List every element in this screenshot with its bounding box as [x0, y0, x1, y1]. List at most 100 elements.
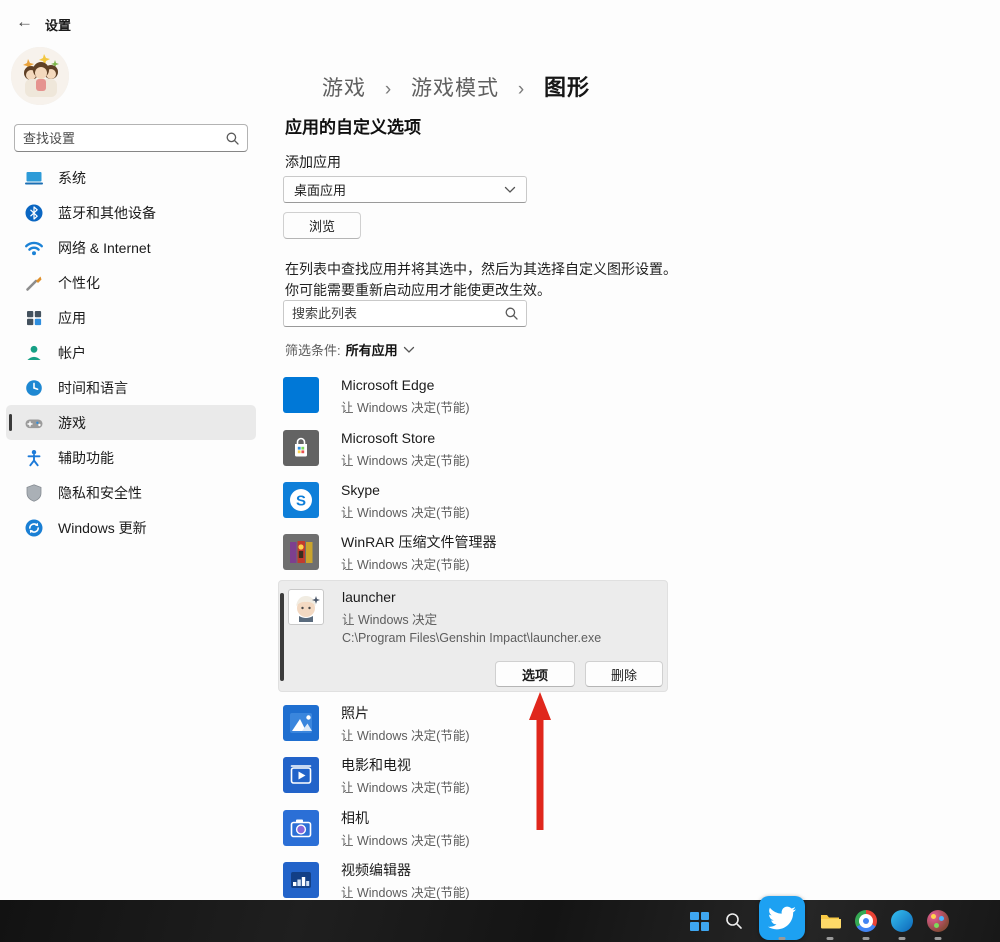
add-app-label: 添加应用	[285, 152, 341, 172]
app-name: Skype	[341, 482, 469, 499]
app-name: Microsoft Edge	[341, 377, 469, 394]
app-status: 让 Windows 决定(节能)	[341, 397, 469, 416]
filter-label: 筛选条件:	[285, 340, 341, 359]
taskbar-search-icon[interactable]	[723, 910, 745, 932]
app-status: 让 Windows 决定(节能)	[341, 450, 469, 469]
launcher-app-icon	[288, 589, 324, 625]
sidebar-item-privacy[interactable]: 隐私和安全性	[6, 475, 256, 510]
skype-app-icon: S	[283, 482, 319, 518]
shield-icon	[24, 483, 44, 503]
window-title: 设置	[45, 15, 71, 34]
settings-window: ← 设置 系统	[0, 0, 1000, 942]
breadcrumb-game-mode[interactable]: 游戏模式	[411, 77, 499, 100]
section-title: 应用的自定义选项	[285, 113, 421, 138]
sidebar-item-label: 时间和语言	[58, 378, 128, 398]
search-icon	[505, 307, 518, 320]
sidebar-item-label: 个性化	[58, 273, 100, 293]
sidebar-item-accessibility[interactable]: 辅助功能	[6, 440, 256, 475]
app-status: 让 Windows 决定(节能)	[341, 882, 469, 901]
app-row-launcher-expanded[interactable]: launcher 让 Windows 决定 C:\Program Files\G…	[278, 580, 668, 692]
sidebar-item-gaming[interactable]: 游戏	[6, 405, 256, 440]
app-row-edge[interactable]: Microsoft Edge 让 Windows 决定(节能)	[283, 377, 668, 416]
photos-app-icon	[283, 705, 319, 741]
chevron-down-icon	[504, 186, 516, 194]
delete-button[interactable]: 删除	[585, 661, 663, 687]
app-row-store[interactable]: Microsoft Store 让 Windows 决定(节能)	[283, 430, 668, 469]
settings-search-input[interactable]	[23, 131, 226, 146]
app-status: 让 Windows 决定(节能)	[341, 502, 469, 521]
sidebar-item-network[interactable]: 网络 & Internet	[6, 230, 256, 265]
filter-dropdown[interactable]: 筛选条件: 所有应用	[285, 340, 415, 359]
sidebar-nav: 系统 蓝牙和其他设备 网络 & Internet 个性化 应用 帐户 时间和语言	[6, 160, 256, 545]
breadcrumb-separator: ›	[385, 79, 392, 100]
twitter-icon[interactable]	[759, 896, 805, 940]
app-type-dropdown[interactable]: 桌面应用	[283, 176, 527, 203]
list-search-box	[283, 300, 527, 327]
breadcrumb: 游戏 › 游戏模式 › 图形	[322, 70, 590, 102]
sidebar-item-time-language[interactable]: 时间和语言	[6, 370, 256, 405]
avatar-cartoon	[11, 47, 69, 105]
app-row-movies-tv[interactable]: 电影和电视 让 Windows 决定(节能)	[283, 757, 668, 796]
page-title: 图形	[544, 75, 590, 100]
svg-text:S: S	[296, 493, 306, 510]
sidebar-item-label: 网络 & Internet	[58, 238, 151, 258]
edge-app-icon	[283, 377, 319, 413]
chrome-icon[interactable]	[855, 910, 877, 932]
breadcrumb-separator: ›	[518, 79, 525, 100]
app-path: C:\Program Files\Genshin Impact\launcher…	[342, 631, 601, 645]
app-type-value: 桌面应用	[294, 180, 346, 199]
app-row-photos[interactable]: 照片 让 Windows 决定(节能)	[283, 705, 668, 744]
sidebar-item-personalization[interactable]: 个性化	[6, 265, 256, 300]
description-text: 在列表中查找应用并将其选中，然后为其选择自定义图形设置。你可能需要重新启动应用才…	[285, 259, 677, 301]
app-status: 让 Windows 决定	[342, 609, 601, 628]
browse-button[interactable]: 浏览	[283, 212, 361, 239]
sidebar-item-label: Windows 更新	[58, 518, 147, 538]
sidebar-item-label: 应用	[58, 308, 86, 328]
movies-tv-app-icon	[283, 757, 319, 793]
sidebar-item-apps[interactable]: 应用	[6, 300, 256, 335]
settings-search-box	[14, 124, 248, 152]
video-editor-app-icon	[283, 862, 319, 898]
back-icon[interactable]: ←	[16, 12, 33, 32]
list-search-input[interactable]	[292, 306, 505, 321]
start-button-icon[interactable]	[690, 912, 709, 931]
breadcrumb-gaming[interactable]: 游戏	[322, 77, 366, 100]
sidebar-item-bluetooth[interactable]: 蓝牙和其他设备	[6, 195, 256, 230]
file-explorer-icon[interactable]	[819, 910, 841, 932]
accessibility-icon	[24, 448, 44, 468]
user-avatar[interactable]	[11, 47, 69, 105]
options-button[interactable]: 选项	[495, 661, 575, 687]
gamepad-icon	[24, 413, 44, 433]
app-name: 照片	[341, 705, 469, 722]
sidebar-item-label: 系统	[58, 168, 86, 188]
sidebar-item-label: 辅助功能	[58, 448, 114, 468]
app-row-camera[interactable]: 相机 让 Windows 决定(节能)	[283, 810, 668, 849]
app-status: 让 Windows 决定(节能)	[341, 725, 469, 744]
store-app-icon	[283, 430, 319, 466]
sidebar-item-label: 隐私和安全性	[58, 483, 142, 503]
app-status: 让 Windows 决定(节能)	[341, 554, 497, 573]
update-icon	[24, 518, 44, 538]
app-name: Microsoft Store	[341, 430, 469, 447]
sidebar-item-label: 帐户	[58, 343, 86, 363]
brush-icon	[24, 273, 44, 293]
app-name: 电影和电视	[341, 757, 469, 774]
clock-icon	[24, 378, 44, 398]
app-row-video-editor[interactable]: 视频编辑器 让 Windows 决定(节能)	[283, 862, 668, 901]
paint-app-icon[interactable]	[927, 910, 949, 932]
person-icon	[24, 343, 44, 363]
sidebar-item-windows-update[interactable]: Windows 更新	[6, 510, 256, 545]
sidebar-item-system[interactable]: 系统	[6, 160, 256, 195]
winrar-app-icon	[283, 534, 319, 570]
sidebar-item-label: 蓝牙和其他设备	[58, 203, 156, 223]
taskbar: 白云一键重装系统 www.baiyunxitong.com	[0, 900, 1000, 942]
edge-icon[interactable]	[891, 910, 913, 932]
app-status: 让 Windows 决定(节能)	[341, 777, 469, 796]
app-name: launcher	[342, 589, 601, 606]
app-name: 相机	[341, 810, 469, 827]
apps-icon	[24, 308, 44, 328]
system-icon	[24, 168, 44, 188]
sidebar-item-accounts[interactable]: 帐户	[6, 335, 256, 370]
app-row-skype[interactable]: S Skype 让 Windows 决定(节能)	[283, 482, 668, 521]
app-row-winrar[interactable]: WinRAR 压缩文件管理器 让 Windows 决定(节能)	[283, 534, 668, 573]
